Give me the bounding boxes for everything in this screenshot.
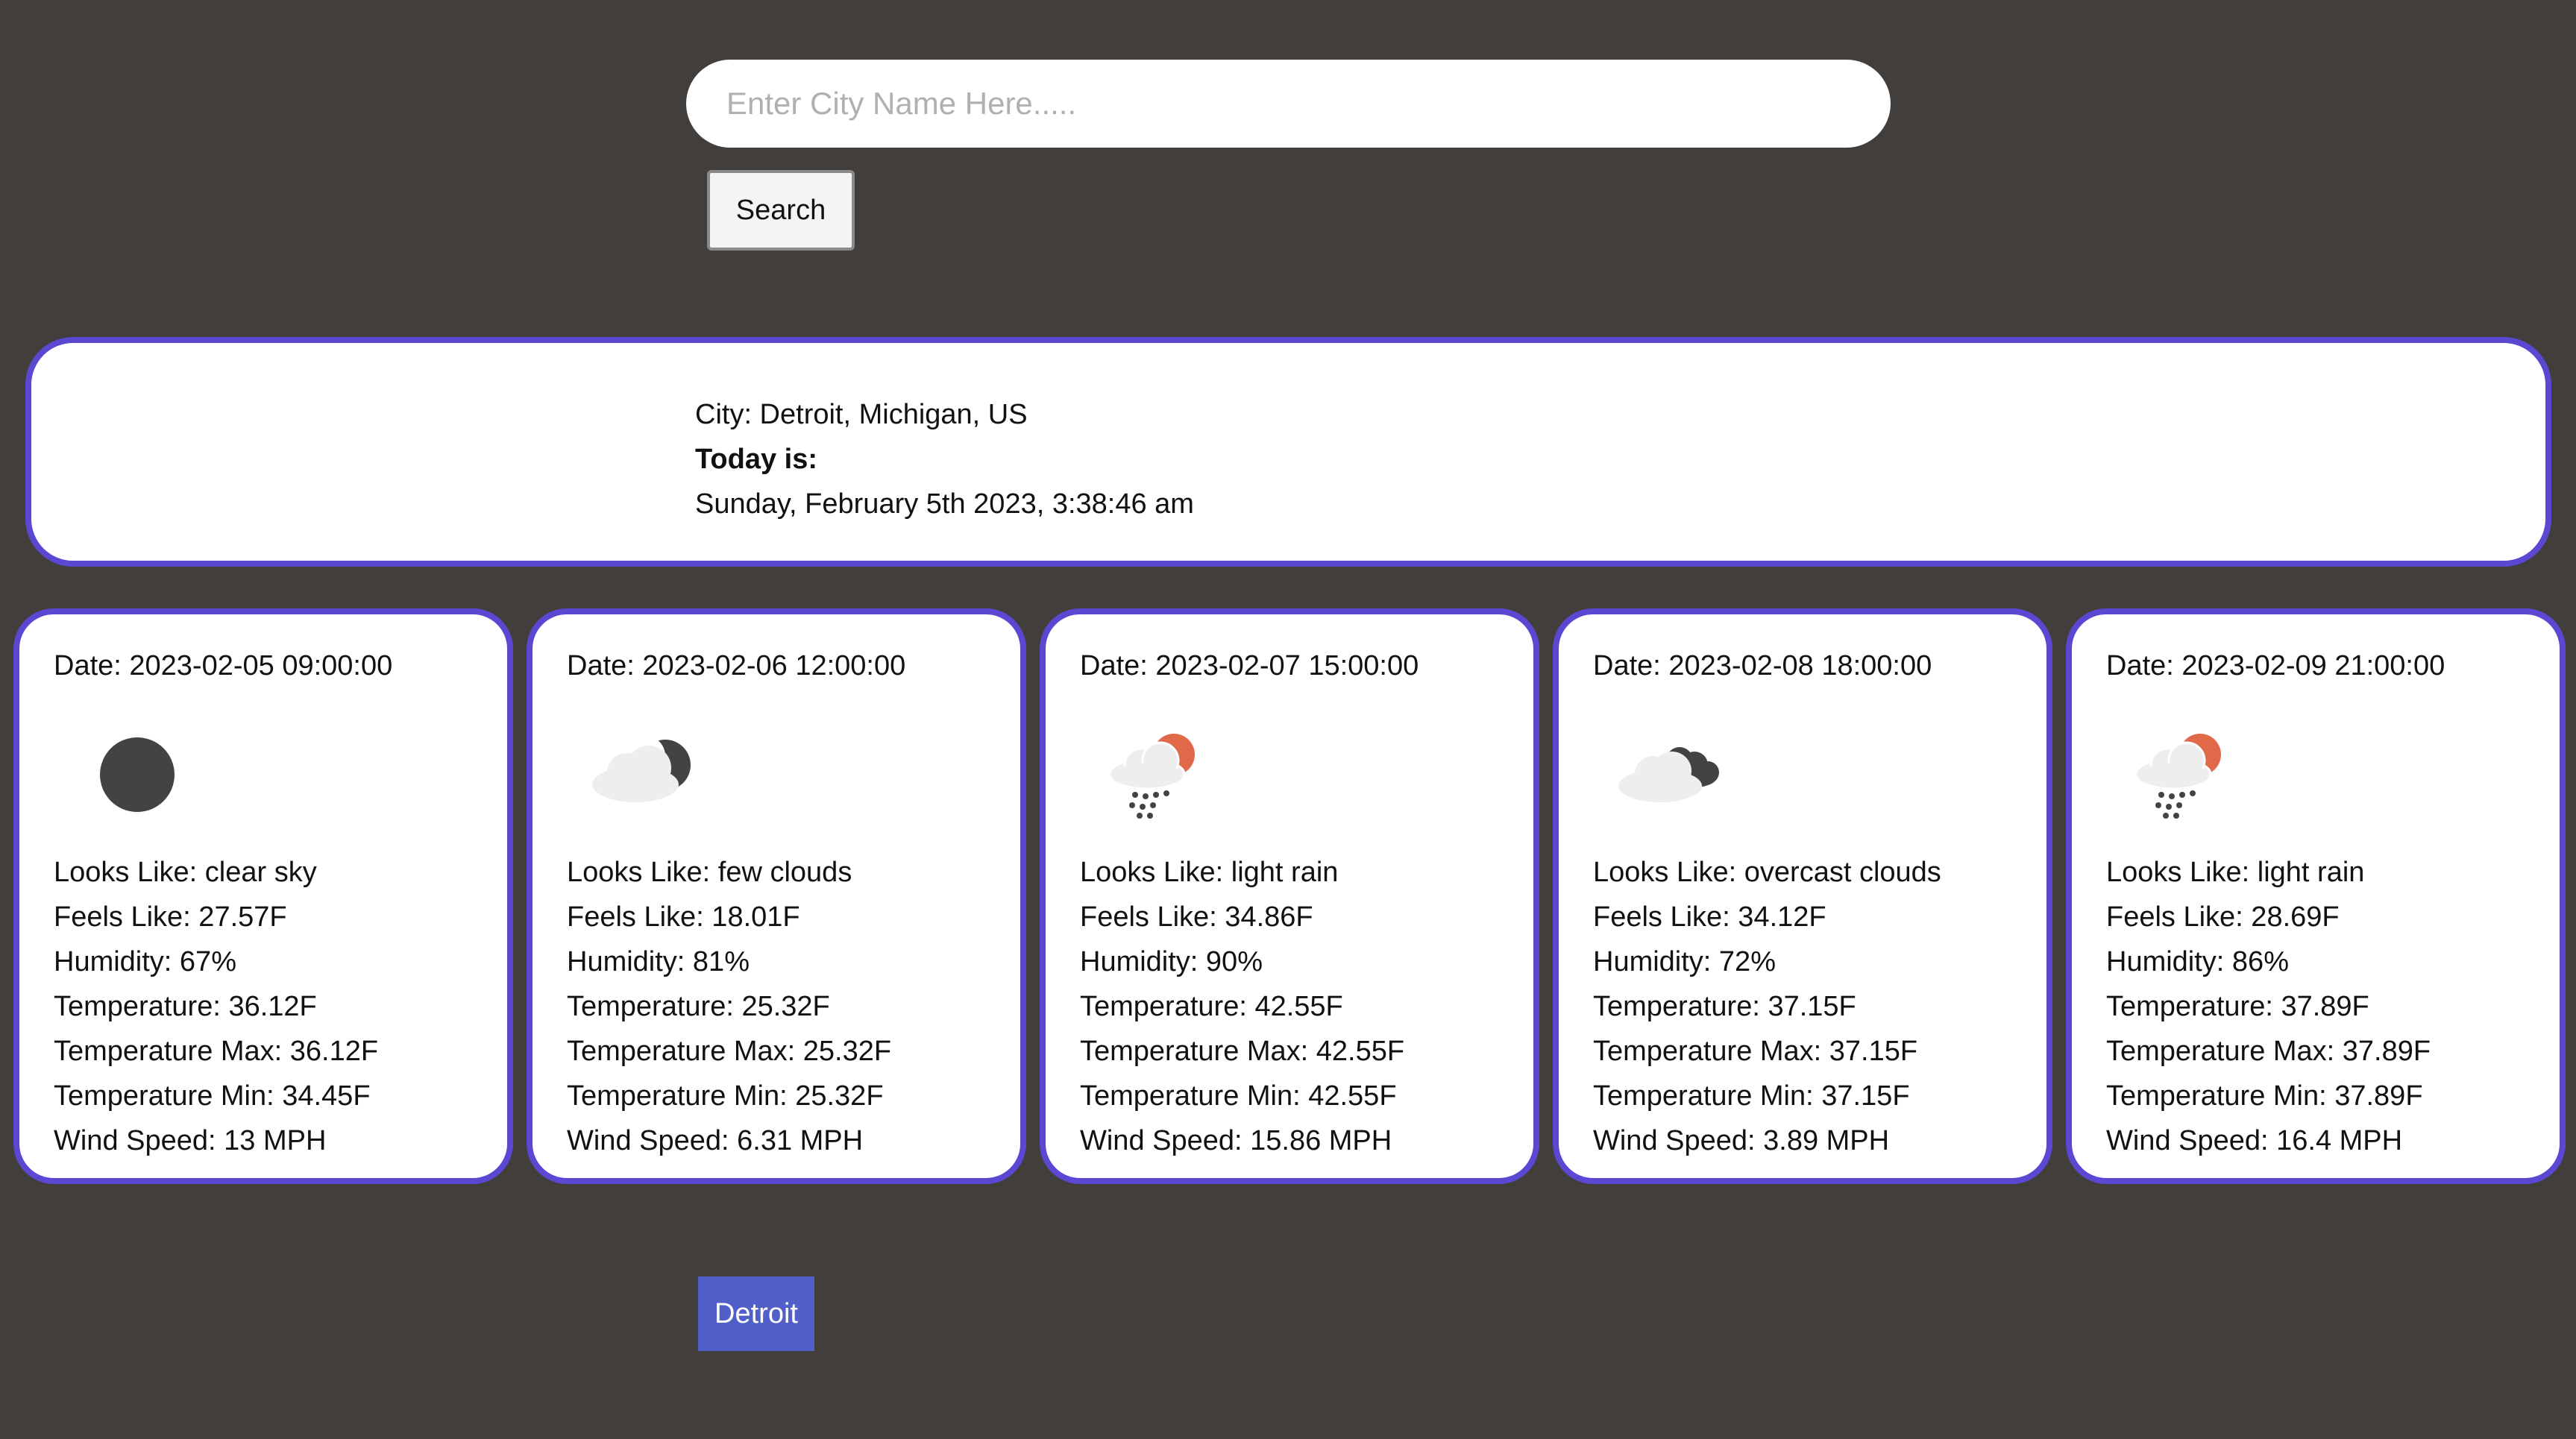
temperature-min: Temperature Min: 42.55F (1080, 1080, 1397, 1112)
search-button[interactable]: Search (707, 170, 855, 251)
forecast-date: Date: 2023-02-05 09:00:00 (54, 650, 393, 681)
temperature: Temperature: 42.55F (1080, 991, 1343, 1022)
wind-speed: Wind Speed: 16.4 MPH (2106, 1125, 2403, 1156)
humidity: Humidity: 72% (1593, 946, 1776, 977)
temperature: Temperature: 37.89F (2106, 991, 2369, 1022)
few-clouds-night-icon (592, 735, 691, 802)
humidity: Humidity: 90% (1080, 946, 1263, 977)
temperature-min: Temperature Min: 37.89F (2106, 1080, 2423, 1112)
wind-speed: Wind Speed: 6.31 MPH (567, 1125, 864, 1156)
temperature: Temperature: 37.15F (1593, 991, 1856, 1022)
looks-like: Looks Like: clear sky (54, 857, 317, 888)
temperature-min: Temperature Min: 25.32F (567, 1080, 884, 1112)
temperature: Temperature: 36.12F (54, 991, 317, 1022)
temperature-max: Temperature Max: 37.89F (2106, 1036, 2431, 1067)
humidity: Humidity: 86% (2106, 946, 2289, 977)
forecast-card: Date: 2023-02-05 09:00:00 Looks Like: cl… (13, 608, 513, 1184)
looks-like: Looks Like: light rain (1080, 857, 1339, 888)
forecast-details: Looks Like: clear sky Feels Like: 27.57F… (54, 850, 378, 1163)
forecast-details: Looks Like: light rain Feels Like: 28.69… (2106, 850, 2431, 1163)
looks-like: Looks Like: few clouds (567, 857, 852, 888)
humidity: Humidity: 81% (567, 946, 750, 977)
current-city-info: City: Detroit, Michigan, US Today is: Su… (695, 392, 1194, 526)
forecast-details: Looks Like: few clouds Feels Like: 18.01… (567, 850, 891, 1163)
wind-speed: Wind Speed: 3.89 MPH (1593, 1125, 1890, 1156)
temperature-max: Temperature Max: 25.32F (567, 1036, 892, 1067)
today-label: Today is: (695, 444, 817, 475)
city-name: City: Detroit, Michigan, US (695, 399, 1028, 430)
feels-like: Feels Like: 28.69F (2106, 901, 2340, 933)
forecast-date: Date: 2023-02-07 15:00:00 (1080, 650, 1419, 681)
feels-like: Feels Like: 18.01F (567, 901, 800, 933)
city-search-input[interactable] (686, 60, 1891, 148)
current-city-panel: City: Detroit, Michigan, US Today is: Su… (25, 337, 2551, 567)
forecast-card: Date: 2023-02-08 18:00:00 Looks Like: ov… (1553, 608, 2052, 1184)
wind-speed: Wind Speed: 15.86 MPH (1080, 1125, 1392, 1156)
history-city-button-detroit[interactable]: Detroit (698, 1276, 814, 1351)
forecast-card: Date: 2023-02-06 12:00:00 Looks Like: fe… (527, 608, 1026, 1184)
forecast-card: Date: 2023-02-09 21:00:00 Looks Like: li… (2066, 608, 2566, 1184)
forecast-details: Looks Like: overcast clouds Feels Like: … (1593, 850, 1941, 1163)
light-rain-icon (1108, 734, 1195, 819)
weather-app: Search City: Detroit, Michigan, US Today… (0, 0, 2576, 1439)
forecast-card: Date: 2023-02-07 15:00:00 Looks Like: li… (1040, 608, 1539, 1184)
looks-like: Looks Like: light rain (2106, 857, 2365, 888)
feels-like: Feels Like: 34.86F (1080, 901, 1313, 933)
temperature-max: Temperature Max: 36.12F (54, 1036, 379, 1067)
temperature: Temperature: 25.32F (567, 991, 830, 1022)
forecast-date: Date: 2023-02-06 12:00:00 (567, 650, 906, 681)
overcast-clouds-icon (1618, 747, 1719, 802)
humidity: Humidity: 67% (54, 946, 236, 977)
forecast-details: Looks Like: light rain Feels Like: 34.86… (1080, 850, 1404, 1163)
light-rain-icon (2134, 734, 2221, 819)
clear-sky-night-icon (100, 737, 175, 812)
temperature-max: Temperature Max: 42.55F (1080, 1036, 1405, 1067)
current-datetime: Sunday, February 5th 2023, 3:38:46 am (695, 488, 1194, 520)
wind-speed: Wind Speed: 13 MPH (54, 1125, 327, 1156)
feels-like: Feels Like: 34.12F (1593, 901, 1826, 933)
feels-like: Feels Like: 27.57F (54, 901, 287, 933)
temperature-min: Temperature Min: 37.15F (1593, 1080, 1910, 1112)
forecast-date: Date: 2023-02-09 21:00:00 (2106, 650, 2445, 681)
looks-like: Looks Like: overcast clouds (1593, 857, 1941, 888)
temperature-min: Temperature Min: 34.45F (54, 1080, 371, 1112)
temperature-max: Temperature Max: 37.15F (1593, 1036, 1918, 1067)
forecast-date: Date: 2023-02-08 18:00:00 (1593, 650, 1932, 681)
